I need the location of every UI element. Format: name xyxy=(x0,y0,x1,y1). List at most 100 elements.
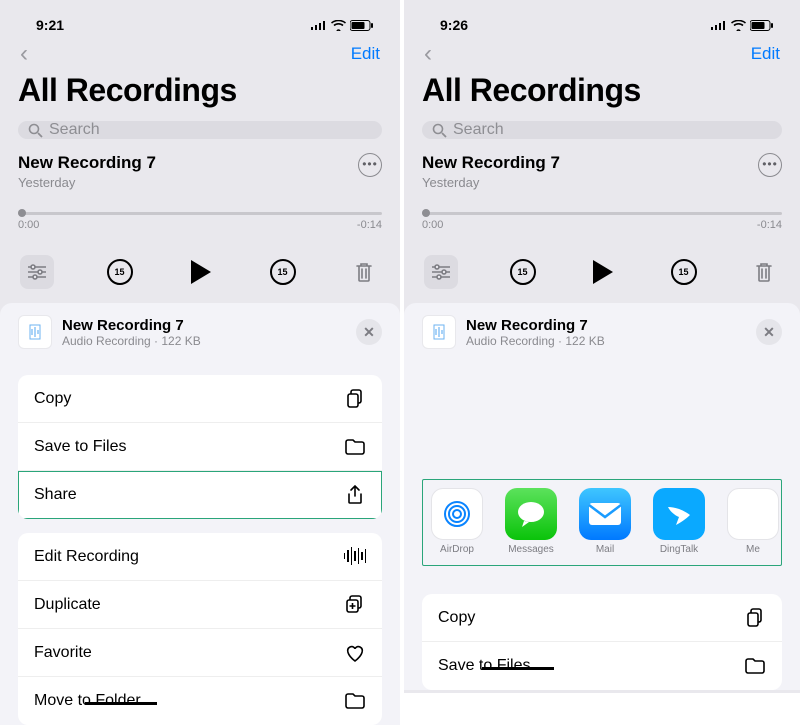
action-save[interactable]: Save to Files xyxy=(18,423,382,471)
rewind-icon: 15 xyxy=(510,259,536,285)
app-airdrop[interactable]: AirDrop xyxy=(427,488,487,555)
folder-icon xyxy=(344,436,366,458)
status-bar: 9:26 xyxy=(422,18,782,40)
app-label: Me xyxy=(746,544,760,555)
heart-icon xyxy=(344,642,366,664)
action-favorite[interactable]: Favorite xyxy=(18,629,382,677)
share-sheet: New Recording 7 Audio Recording · 122 KB… xyxy=(404,303,800,690)
edit-link[interactable]: Edit xyxy=(751,44,780,64)
action-edit[interactable]: Edit Recording xyxy=(18,533,382,581)
app-label: Mail xyxy=(596,544,614,555)
rewind-button[interactable]: 15 xyxy=(507,256,539,288)
action-save[interactable]: Save to Files xyxy=(422,642,782,690)
search-placeholder: Search xyxy=(49,121,100,139)
status-icons xyxy=(311,20,374,31)
recording-subtitle: Yesterday xyxy=(18,175,156,190)
action-move[interactable]: Move to Folder xyxy=(18,677,382,725)
action-label: Copy xyxy=(34,390,71,408)
play-icon xyxy=(191,260,211,284)
more-icon: ••• xyxy=(362,157,378,171)
close-button[interactable]: ✕ xyxy=(356,319,382,345)
copy-icon xyxy=(744,607,766,629)
action-group-1: Copy Save to Files xyxy=(422,594,782,690)
waveform-icon xyxy=(344,546,366,568)
status-time: 9:26 xyxy=(440,17,468,33)
share-apps-row[interactable]: AirDrop Messages Mail xyxy=(422,479,782,566)
recording-title: New Recording 7 xyxy=(18,153,156,173)
sliders-icon xyxy=(28,264,46,280)
app-more[interactable]: Me xyxy=(723,488,782,555)
app-messages[interactable]: Messages xyxy=(501,488,561,555)
play-button[interactable] xyxy=(185,256,217,288)
action-label: Copy xyxy=(438,609,475,627)
search-input[interactable]: Search xyxy=(18,121,382,139)
action-share[interactable]: Share xyxy=(18,471,382,519)
nav-row: ‹ Edit xyxy=(18,40,382,66)
app-dingtalk[interactable]: DingTalk xyxy=(649,488,709,555)
battery-icon xyxy=(350,20,374,31)
status-time: 9:21 xyxy=(36,17,64,33)
folder-move-icon xyxy=(344,690,366,712)
share-icon xyxy=(344,484,366,506)
wifi-icon xyxy=(331,20,346,31)
share-sheet: New Recording 7 Audio Recording · 122 KB… xyxy=(0,303,400,725)
edit-link[interactable]: Edit xyxy=(351,44,380,64)
screen-right: 9:26 ‹ Edit All Recordings Search New Re… xyxy=(400,0,800,693)
rewind-button[interactable]: 15 xyxy=(104,256,136,288)
action-label: Move to Folder xyxy=(34,692,141,710)
action-label: Favorite xyxy=(34,644,92,662)
sliders-icon xyxy=(432,264,450,280)
page-title: All Recordings xyxy=(18,72,382,109)
action-label: Duplicate xyxy=(34,596,101,614)
airdrop-icon xyxy=(431,488,483,540)
time-labels: 0:00 -0:14 xyxy=(18,219,382,231)
status-icons xyxy=(711,20,774,31)
page-title: All Recordings xyxy=(422,72,782,109)
action-copy[interactable]: Copy xyxy=(18,375,382,423)
close-icon: ✕ xyxy=(363,324,375,341)
app-label: Messages xyxy=(508,544,554,555)
back-icon[interactable]: ‹ xyxy=(20,42,28,66)
search-input[interactable]: Search xyxy=(422,121,782,139)
cellular-icon xyxy=(711,20,727,30)
messages-icon xyxy=(505,488,557,540)
screen-left: 9:21 ‹ Edit All Recordings Search New Re… xyxy=(0,0,400,693)
scrubber-track xyxy=(18,212,382,215)
app-mail[interactable]: Mail xyxy=(575,488,635,555)
delete-button[interactable] xyxy=(748,256,780,288)
sheet-title: New Recording 7 xyxy=(466,317,605,334)
play-button[interactable] xyxy=(587,256,619,288)
rewind-icon: 15 xyxy=(107,259,133,285)
scrubber-knob[interactable] xyxy=(18,209,26,217)
settings-button[interactable] xyxy=(424,255,458,289)
forward-button[interactable]: 15 xyxy=(267,256,299,288)
status-bar: 9:21 xyxy=(18,18,382,40)
more-button[interactable]: ••• xyxy=(758,153,782,177)
back-icon[interactable]: ‹ xyxy=(424,42,432,66)
scrubber[interactable] xyxy=(422,212,782,215)
scrubber-knob[interactable] xyxy=(422,209,430,217)
nav-row: ‹ Edit xyxy=(422,40,782,66)
mail-icon xyxy=(579,488,631,540)
action-copy[interactable]: Copy xyxy=(422,594,782,642)
recording-item[interactable]: New Recording 7 Yesterday ••• 0:00 -0:14… xyxy=(422,153,782,289)
search-placeholder: Search xyxy=(453,121,504,139)
app-label: DingTalk xyxy=(660,544,698,555)
search-icon xyxy=(432,123,447,138)
trash-icon xyxy=(754,261,774,283)
time-labels: 0:00 -0:14 xyxy=(422,219,782,231)
scrubber[interactable] xyxy=(18,212,382,215)
close-button[interactable]: ✕ xyxy=(756,319,782,345)
folder-icon xyxy=(744,655,766,677)
settings-button[interactable] xyxy=(20,255,54,289)
recording-item[interactable]: New Recording 7 Yesterday ••• 0:00 -0:14… xyxy=(18,153,382,289)
action-duplicate[interactable]: Duplicate xyxy=(18,581,382,629)
scrubber-track xyxy=(422,212,782,215)
more-button[interactable]: ••• xyxy=(358,153,382,177)
forward-button[interactable]: 15 xyxy=(668,256,700,288)
battery-icon xyxy=(750,20,774,31)
action-label: Save to Files xyxy=(438,657,530,675)
copy-icon xyxy=(344,388,366,410)
delete-button[interactable] xyxy=(348,256,380,288)
sheet-header: New Recording 7 Audio Recording · 122 KB… xyxy=(18,315,382,349)
